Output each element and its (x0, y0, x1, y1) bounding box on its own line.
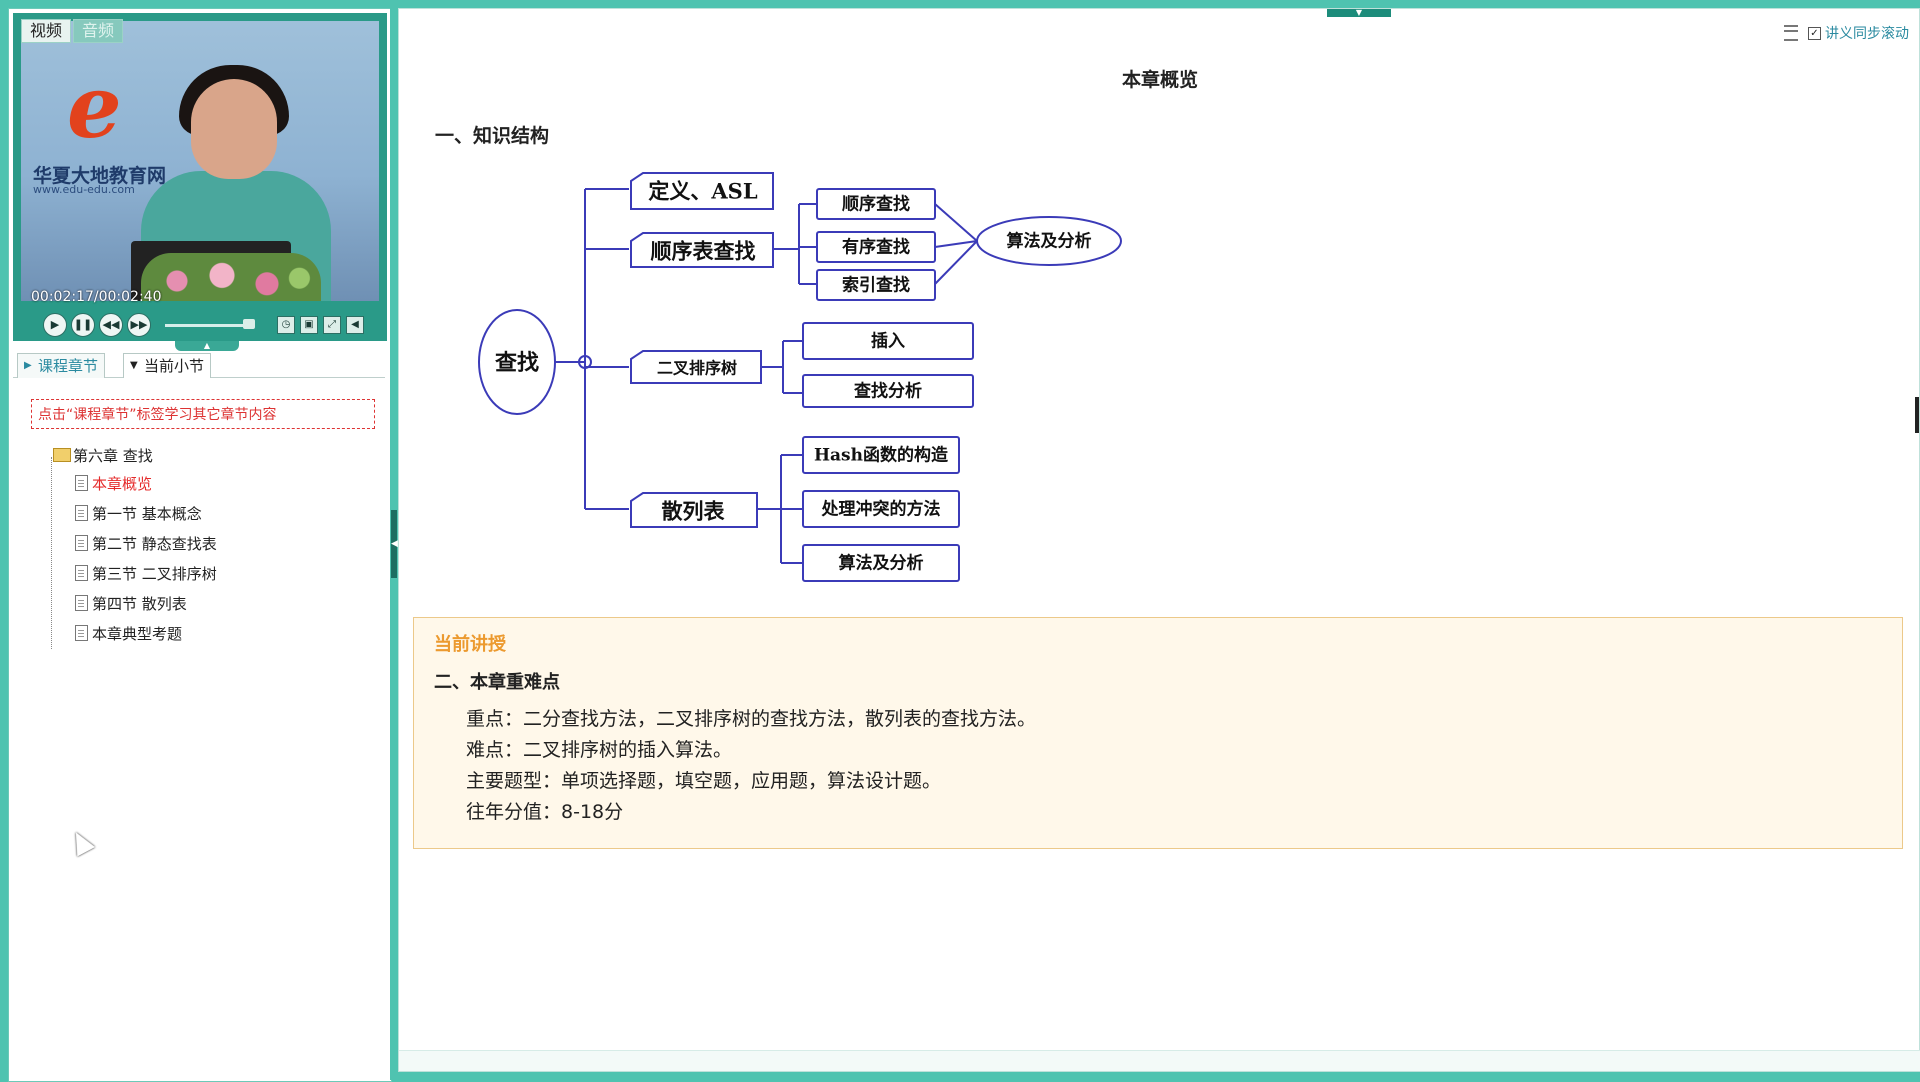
fast-forward-icon[interactable]: ▶▶ (127, 313, 151, 337)
document-icon (75, 505, 88, 521)
tree-item-label: 第四节 散列表 (92, 595, 187, 613)
tab-course-chapters-label: 课程章节 (38, 357, 99, 375)
rewind-icon[interactable]: ◀◀ (99, 313, 123, 337)
mindmap-node-index-search: 索引查找 (842, 275, 910, 296)
mindmap-node-search-analysis: 查找分析 (853, 381, 922, 402)
sync-scroll-checkbox[interactable]: ✓ (1808, 26, 1821, 40)
lecture-notes-panel: ▼ ✓ 讲义同步滚动 本章概览 一、知识结构 查找 定义、ASL 顺序表查找 顺… (398, 8, 1920, 1072)
mouse-cursor-icon (67, 827, 95, 857)
section-heading-structure: 一、知识结构 (435, 125, 550, 147)
presenter-head (191, 79, 277, 179)
tab-video[interactable]: 视频 (21, 19, 72, 43)
media-tabs: 视频 音频 (21, 19, 125, 43)
text-line-key-points: 重点：二分查找方法，二叉排序树的查找方法，散列表的查找方法。 (466, 708, 1037, 730)
mindmap-node-hash-algo: 算法及分析 (838, 553, 924, 574)
tree-chapter-label: 第六章 查找 (73, 447, 153, 465)
tree-item-section2[interactable]: 第二节 静态查找表 (75, 533, 217, 554)
tree-item-label: 第一节 基本概念 (92, 505, 202, 523)
player-controls: ▶ ❚❚ ◀◀ ▶▶ (43, 313, 155, 337)
tab-audio[interactable]: 音频 (73, 19, 124, 43)
notes-toolbar: ✓ 讲义同步滚动 (1784, 23, 1909, 43)
mindmap-node-insert: 插入 (871, 331, 905, 352)
fullscreen-icon[interactable]: ⤢ (323, 316, 341, 334)
section-heading-key-points: 二、本章重难点 (434, 672, 560, 693)
folder-icon (53, 448, 71, 462)
left-panel: e 华夏大地教育网 www.edu-edu.com 视频 音频 00:02:17… (8, 8, 392, 1082)
seek-handle[interactable] (243, 319, 255, 329)
logo-icon: e (67, 57, 122, 158)
scroll-indicator[interactable] (1915, 397, 1919, 433)
bottom-strip (399, 1050, 1920, 1071)
mindmap-node-hash-func: Hash函数的构造 (814, 445, 949, 466)
tree-item-section4[interactable]: 第四节 散列表 (75, 593, 187, 614)
mindmap-node-seq-table: 顺序表查找 (651, 239, 756, 264)
list-icon[interactable] (1784, 25, 1798, 41)
document-icon (75, 535, 88, 551)
mindmap-node-algo-analysis: 算法及分析 (1006, 231, 1092, 252)
splitter-collapse-icon[interactable]: ◀ (391, 510, 398, 578)
tree-item-overview[interactable]: 本章概览 (75, 473, 152, 494)
document-icon (75, 475, 88, 491)
tree-item-label: 第二节 静态查找表 (92, 535, 217, 553)
document-icon (75, 565, 88, 581)
tab-course-chapters[interactable]: ▶ 课程章节 (17, 353, 106, 378)
logo-url: www.edu-edu.com (33, 183, 135, 196)
screen-icon[interactable]: ▣ (300, 316, 318, 334)
play-icon[interactable]: ▶ (43, 313, 67, 337)
mindmap-node-hash: 散列表 (662, 499, 726, 524)
text-line-difficulty: 难点：二叉排序树的插入算法。 (466, 739, 733, 761)
clock-icon[interactable]: ◷ (277, 316, 295, 334)
document-icon (75, 595, 88, 611)
tree-chapter[interactable]: 第六章 查找 (53, 445, 153, 466)
hint-box: 点击“课程章节”标签学习其它章节内容 (31, 399, 375, 429)
volume-icon[interactable]: ◀ (346, 316, 364, 334)
tree-item-label: 本章典型考题 (92, 625, 183, 643)
time-display: 00:02:17/00:02:40 (31, 289, 162, 305)
mindmap-node-bst: 二叉排序树 (657, 359, 737, 378)
tree-item-label: 第三节 二叉排序树 (92, 565, 217, 583)
video-frame[interactable]: e 华夏大地教育网 www.edu-edu.com (21, 21, 379, 301)
mindmap-node-definition: 定义、ASL (648, 179, 757, 204)
mindmap-node-ordered-search: 有序查找 (842, 237, 910, 258)
nav-tabs: ▶ 课程章节 ▼ 当前小节 (13, 349, 385, 378)
tab-current-section-label: 当前小节 (144, 357, 205, 375)
text-line-question-types: 主要题型：单项选择题，填空题，应用题，算法设计题。 (466, 770, 942, 792)
page-title: 本章概览 (1121, 69, 1198, 91)
tab-current-section[interactable]: ▼ 当前小节 (123, 353, 212, 378)
knowledge-structure-diagram: 查找 定义、ASL 顺序表查找 顺序查找 有序查找 索引查找 算法及分析 二叉排… (478, 172, 1122, 582)
current-lecture-box: 当前讲授 二、本章重难点 重点：二分查找方法，二叉排序树的查找方法，散列表的查找… (413, 617, 1903, 849)
tree-item-exam[interactable]: 本章典型考题 (75, 623, 182, 644)
player-extra-controls: ◷ ▣ ⤢ ◀ (277, 316, 369, 334)
tree-guide-line (51, 457, 52, 649)
tree-item-section1[interactable]: 第一节 基本概念 (75, 503, 202, 524)
caret-right-icon: ▶ (24, 360, 32, 371)
tree-item-section3[interactable]: 第三节 二叉排序树 (75, 563, 217, 584)
current-lecture-label: 当前讲授 (434, 634, 506, 655)
flowers-image (141, 253, 321, 301)
pause-icon[interactable]: ❚❚ (71, 313, 95, 337)
mindmap-node-seq-search: 顺序查找 (842, 194, 910, 215)
top-collapse-tab[interactable]: ▼ (1327, 9, 1391, 17)
mindmap-root: 查找 (495, 350, 539, 376)
caret-down-icon: ▼ (130, 360, 138, 371)
text-line-score: 往年分值：8-18分 (466, 801, 624, 823)
video-player[interactable]: e 华夏大地教育网 www.edu-edu.com 视频 音频 00:02:17… (13, 13, 387, 341)
seek-bar[interactable] (165, 324, 245, 327)
sync-scroll-label[interactable]: 讲义同步滚动 (1825, 23, 1909, 43)
mindmap-node-collision: 处理冲突的方法 (821, 499, 941, 520)
document-icon (75, 625, 88, 641)
tree-item-label: 本章概览 (92, 475, 153, 493)
